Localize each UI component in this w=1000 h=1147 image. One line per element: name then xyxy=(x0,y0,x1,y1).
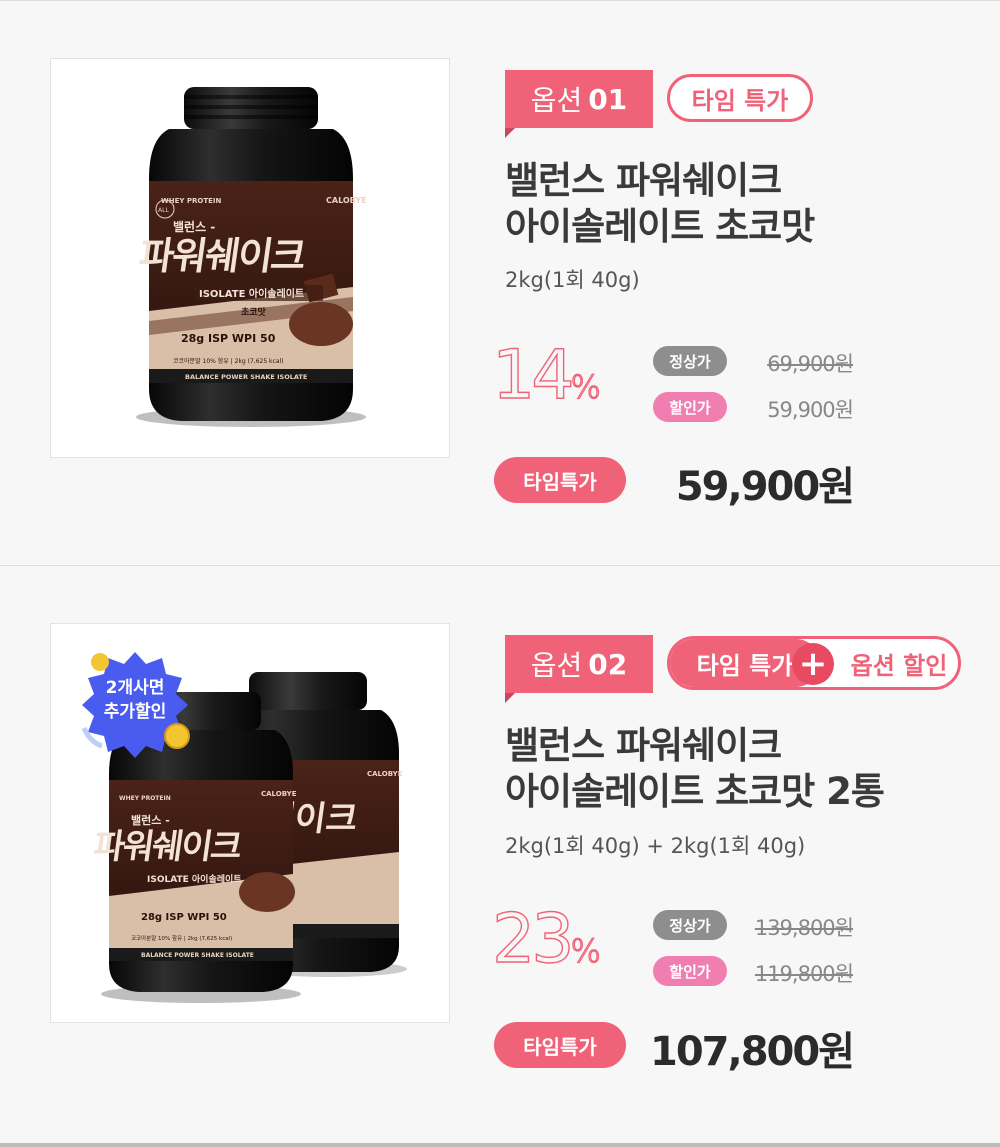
svg-text:ISOLATE 아이솔레이트: ISOLATE 아이솔레이트 xyxy=(147,873,242,885)
svg-text:BALANCE POWER SHAKE ISOLATE: BALANCE POWER SHAKE ISOLATE xyxy=(141,952,254,959)
combo-option-discount: 옵션 할인 xyxy=(850,651,948,680)
product-subtitle-02: 2kg(1회 40g) + 2kg(1회 40g) xyxy=(505,834,806,858)
product-subtitle-01: 2kg(1회 40g) xyxy=(505,268,640,292)
option-tag-02: 옵션 02 xyxy=(505,635,653,703)
svg-text:파워쉐이크: 파워쉐이크 xyxy=(91,827,245,867)
option-tag-label: 옵션 xyxy=(530,649,583,682)
svg-text:ISOLATE 아이솔레이트: ISOLATE 아이솔레이트 xyxy=(199,287,304,300)
option-tag-number: 02 xyxy=(588,647,628,681)
svg-text:밸런스 -: 밸런스 - xyxy=(173,219,215,234)
product-image-single[interactable]: WHEY PROTEIN CALOBYE 밸런스 - 파워쉐이크 ISOLATE… xyxy=(50,58,450,458)
svg-text:파워쉐이크: 파워쉐이크 xyxy=(136,235,308,279)
discount-number: 23 xyxy=(491,899,575,979)
sale-price: 59,900원 xyxy=(767,398,854,422)
option-tag-number: 01 xyxy=(588,82,628,116)
product-title-line2: 아이솔레이트 초코맛 xyxy=(505,205,815,248)
svg-text:CALOBYE: CALOBYE xyxy=(261,790,297,798)
svg-text:28g ISP WPI 50: 28g ISP WPI 50 xyxy=(181,332,276,345)
protein-tub-image: WHEY PROTEIN CALOBYE 밸런스 - 파워쉐이크 ISOLATE… xyxy=(136,87,367,427)
combo-discount-badge: 타임 특가 + 옵션 할인 xyxy=(667,636,961,690)
time-sale-button[interactable]: 타임특가 xyxy=(494,1022,626,1068)
svg-text:초코맛: 초코맛 xyxy=(241,306,267,318)
final-price-02: 107,800원 xyxy=(650,1029,855,1075)
bonus-discount-badge-text: 2개사면 추가할인 xyxy=(80,676,190,724)
svg-text:CALOBYE: CALOBYE xyxy=(326,196,367,205)
sale-price-label: 할인가 xyxy=(653,392,727,422)
discount-unit: % xyxy=(570,367,602,406)
top-divider xyxy=(0,0,1000,1)
product-title-01: 밸런스 파워쉐이크 아이솔레이트 초코맛 xyxy=(505,158,815,250)
svg-text:코코아분말 10% 함유 | 2kg (7,625 kcal: 코코아분말 10% 함유 | 2kg (7,625 kcal) xyxy=(173,357,284,365)
option-tag-01: 옵션 01 xyxy=(505,70,653,138)
product-title-line1: 밸런스 파워쉐이크 xyxy=(505,724,782,767)
section-divider xyxy=(0,565,1000,566)
svg-text:BALANCE POWER SHAKE ISOLATE: BALANCE POWER SHAKE ISOLATE xyxy=(185,373,307,381)
time-sale-button[interactable]: 타임특가 xyxy=(494,457,626,503)
svg-text:CALOBYE: CALOBYE xyxy=(367,770,403,778)
product-title-02: 밸런스 파워쉐이크 아이솔레이트 초코맛 2통 xyxy=(505,723,885,815)
svg-text:ALL: ALL xyxy=(158,207,169,214)
sale-price: 119,800원 xyxy=(754,962,854,986)
discount-percent-01: 14% xyxy=(491,335,602,415)
sale-price-label: 할인가 xyxy=(653,956,727,986)
svg-text:코코아분말 10% 함유 | 2kg (7,625 kcal: 코코아분말 10% 함유 | 2kg (7,625 kcal) xyxy=(131,934,232,942)
product-title-line1: 밸런스 파워쉐이크 xyxy=(505,159,782,202)
plus-icon: + xyxy=(792,643,834,685)
regular-price: 139,800원 xyxy=(754,916,854,940)
regular-price: 69,900원 xyxy=(767,352,854,376)
discount-number: 14 xyxy=(491,335,575,415)
bottom-divider xyxy=(0,1143,1000,1147)
time-sale-badge: 타임 특가 xyxy=(667,74,813,122)
svg-text:WHEY PROTEIN: WHEY PROTEIN xyxy=(119,795,171,802)
final-price-01: 59,900원 xyxy=(675,464,855,510)
svg-text:28g ISP WPI 50: 28g ISP WPI 50 xyxy=(141,912,227,923)
regular-price-label: 정상가 xyxy=(653,910,727,940)
regular-price-label: 정상가 xyxy=(653,346,727,376)
discount-percent-02: 23% xyxy=(491,899,602,979)
product-title-line2: 아이솔레이트 초코맛 2통 xyxy=(505,770,885,813)
option-tag-label: 옵션 xyxy=(530,84,583,117)
badge-line1: 2개사면 xyxy=(105,678,165,698)
badge-line2: 추가할인 xyxy=(103,702,167,722)
svg-text:밸런스 -: 밸런스 - xyxy=(131,813,170,827)
discount-unit: % xyxy=(570,931,602,970)
